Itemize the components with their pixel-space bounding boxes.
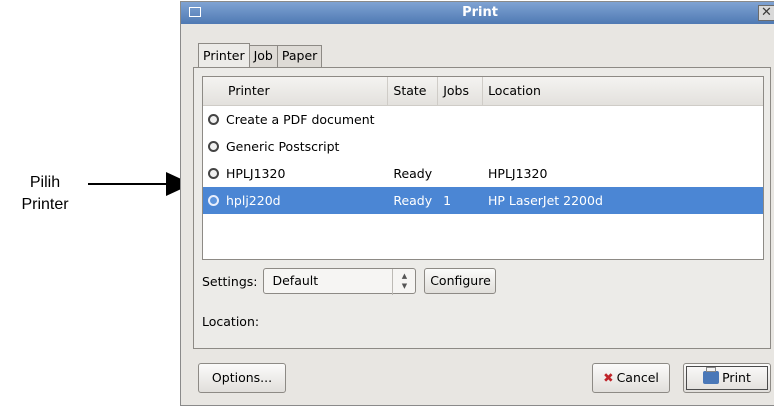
printer-list[interactable]: Printer State Jobs Location Create a PDF… [202,76,764,260]
printer-location: HP LaserJet 2200d [488,193,603,208]
list-item-selected[interactable]: hplj220d Ready 1 HP LaserJet 2200d [203,187,763,214]
printer-location [483,133,763,160]
print-dialog: Print ✕ Printer Job Paper Printer State … [180,1,774,406]
location-label: Location: [202,314,260,329]
tab-paper[interactable]: Paper [276,45,323,69]
settings-combo[interactable]: Default ▲ ▼ [263,268,417,295]
printer-jobs [438,106,483,133]
list-header: Printer State Jobs Location [203,77,763,106]
settings-row: Settings: Default ▲ ▼ Configure [202,268,497,295]
settings-label: Settings: [202,273,258,289]
window-title: Print [462,5,498,20]
list-item[interactable]: HPLJ1320 Ready HPLJ1320 [203,160,763,187]
printer-jobs [438,160,483,187]
print-label: Print [722,370,751,385]
title-bar[interactable]: Print ✕ [181,2,774,24]
column-header-printer[interactable]: Printer [203,77,389,105]
printer-jobs [438,133,483,160]
annotation-line-1: Pilih [29,174,61,191]
tab-job[interactable]: Job [248,45,278,69]
list-item[interactable]: Generic Postscript [203,133,763,160]
printer-state: Ready [393,166,433,181]
annotation-label: Pilih Printer [0,172,90,216]
printer-icon [208,195,219,206]
list-item[interactable]: Create a PDF document [203,106,763,133]
printer-name: HPLJ1320 [226,166,286,181]
print-icon [703,367,720,384]
printer-state [388,106,438,133]
annotation-arrow-line [88,183,168,185]
column-header-state[interactable]: State [388,77,439,105]
printer-icon [208,141,219,152]
printer-location: HPLJ1320 [488,166,548,181]
column-header-jobs[interactable]: Jobs [438,77,484,105]
printer-icon [208,114,219,125]
printer-name: hplj220d [226,193,281,208]
print-button[interactable]: Print [683,363,771,393]
printer-icon [208,168,219,179]
cancel-x-icon: ✖ [603,370,614,385]
printer-state: Ready [393,193,433,208]
options-button[interactable]: Options... [198,363,286,393]
close-button[interactable]: ✕ [758,5,774,21]
column-header-location[interactable]: Location [483,77,763,105]
printer-name: Create a PDF document [226,112,375,127]
cancel-button[interactable]: ✖ Cancel [592,363,670,393]
cancel-label: Cancel [616,370,659,385]
printer-tab-panel: Printer State Jobs Location Create a PDF… [193,67,771,349]
settings-value: Default [272,273,319,288]
window-menu-icon[interactable] [189,7,201,17]
printer-state [388,133,438,160]
tab-bar: Printer Job Paper [198,43,323,69]
annotation-line-2: Printer [21,196,69,213]
printer-name: Generic Postscript [226,139,340,154]
configure-button[interactable]: Configure [424,268,497,294]
printer-location [483,106,763,133]
spin-arrows-icon[interactable]: ▲ ▼ [392,269,415,295]
tab-printer[interactable]: Printer [198,43,250,67]
printer-jobs: 1 [443,193,452,208]
